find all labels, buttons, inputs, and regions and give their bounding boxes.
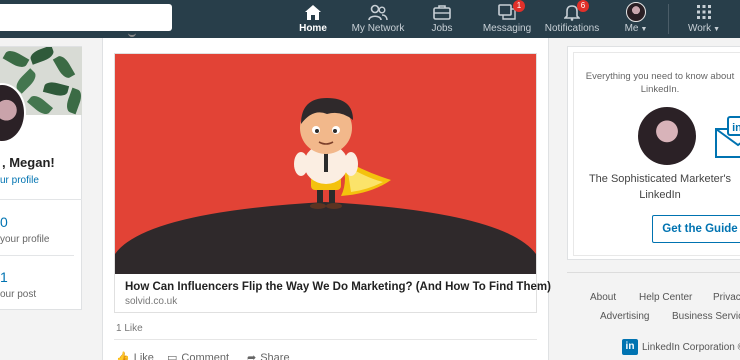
superhero-illustration: [115, 54, 536, 274]
nav-notifications-label: Notifications: [544, 23, 600, 34]
post-views-count[interactable]: 1: [0, 269, 8, 285]
avatar: [626, 2, 646, 22]
messaging-badge: 1: [513, 0, 525, 12]
thumbs-up-icon: 👍: [116, 352, 130, 360]
view-profile-link[interactable]: ur profile: [0, 175, 39, 186]
get-the-guide-button[interactable]: Get the Guide: [652, 215, 740, 243]
nav-notifications[interactable]: 6 Notifications: [542, 0, 602, 38]
profile-card: , Megan! ur profile 0 your profile 1 our…: [0, 46, 82, 310]
share-button[interactable]: ➦ Share: [247, 351, 290, 360]
footer-link-help-center[interactable]: Help Center: [639, 292, 692, 303]
ad-headline-line2: LinkedIn.: [640, 84, 680, 95]
nav-jobs-label: Jobs: [431, 23, 453, 34]
svg-text:in: in: [732, 122, 740, 134]
ad-content[interactable]: Everything you need to know about Linked…: [573, 52, 740, 256]
linkedin-logo-icon: in: [622, 339, 638, 355]
share-icon: ➦: [247, 352, 257, 360]
like-button[interactable]: 👍 Like: [116, 351, 154, 360]
ad-headline-line1: Everything you need to know about: [585, 71, 735, 82]
nav-work-label: Work: [687, 23, 712, 34]
likes-count[interactable]: 1 Like: [116, 323, 143, 334]
footer-link-advertising[interactable]: Advertising: [600, 311, 649, 322]
profile-views-count[interactable]: 0: [0, 214, 8, 230]
profile-views-label: your profile: [0, 234, 50, 245]
ad-card: Everything you need to know about Linked…: [567, 46, 740, 260]
network-icon: [368, 3, 388, 21]
divider: [0, 255, 74, 256]
nav-my-network[interactable]: My Network: [348, 0, 408, 38]
nav-home[interactable]: Home: [296, 0, 330, 38]
briefcase-icon: [433, 3, 451, 21]
footer-link-privacy[interactable]: Privacy: [713, 292, 740, 303]
ad-subtitle-line1: The Sophisticated Marketer's: [588, 173, 732, 185]
nav-me-label: Me: [624, 23, 639, 34]
chevron-down-icon: ▼: [640, 26, 648, 33]
nav-me[interactable]: Me ▼: [622, 0, 650, 38]
article-title[interactable]: How Can Influencers Flip the Way We Do M…: [125, 281, 551, 293]
footer-link-about[interactable]: About: [590, 292, 616, 303]
nav-messaging[interactable]: 1 Messaging: [482, 0, 532, 38]
divider: [114, 339, 537, 340]
nav-my-network-label: My Network: [351, 23, 405, 34]
notifications-badge: 6: [577, 0, 589, 12]
chevron-down-icon: ▼: [713, 26, 721, 33]
nav-home-label: Home: [299, 23, 327, 34]
home-icon: [304, 3, 322, 21]
nav-work[interactable]: Work ▼: [686, 0, 722, 38]
article-preview[interactable]: How Can Influencers Flip the Way We Do M…: [114, 53, 551, 313]
divider: [567, 272, 740, 273]
top-nav-bar: Home My Network Jobs 1 Messaging 6 Notif…: [0, 0, 740, 38]
like-label: Like: [133, 351, 154, 360]
ad-avatar: [638, 107, 696, 165]
footer-link-business-services[interactable]: Business Services: [672, 311, 740, 322]
article-domain: solvid.co.uk: [125, 296, 178, 307]
article-image[interactable]: [115, 54, 536, 274]
divider: [0, 199, 82, 200]
envelope-linkedin-icon: in: [715, 116, 740, 158]
share-label: Share: [260, 351, 290, 360]
search-input[interactable]: [0, 4, 172, 31]
search-box[interactable]: [0, 4, 172, 31]
profile-greeting: , Megan!: [2, 155, 55, 170]
nav-divider: [668, 4, 669, 34]
messaging-icon: 1: [498, 0, 525, 21]
bell-icon: 6: [564, 0, 589, 21]
nav-jobs[interactable]: Jobs: [428, 0, 456, 38]
ad-subtitle-line2: LinkedIn: [639, 189, 681, 201]
copyright-text: LinkedIn Corporation ©: [642, 342, 740, 353]
grid-icon: [696, 3, 712, 21]
comment-icon: ▭: [167, 352, 178, 360]
post-views-label: our post: [0, 289, 37, 300]
nav-messaging-label: Messaging: [482, 23, 532, 34]
comment-label: Comment: [181, 351, 230, 360]
comment-button[interactable]: ▭ Comment: [167, 351, 229, 360]
